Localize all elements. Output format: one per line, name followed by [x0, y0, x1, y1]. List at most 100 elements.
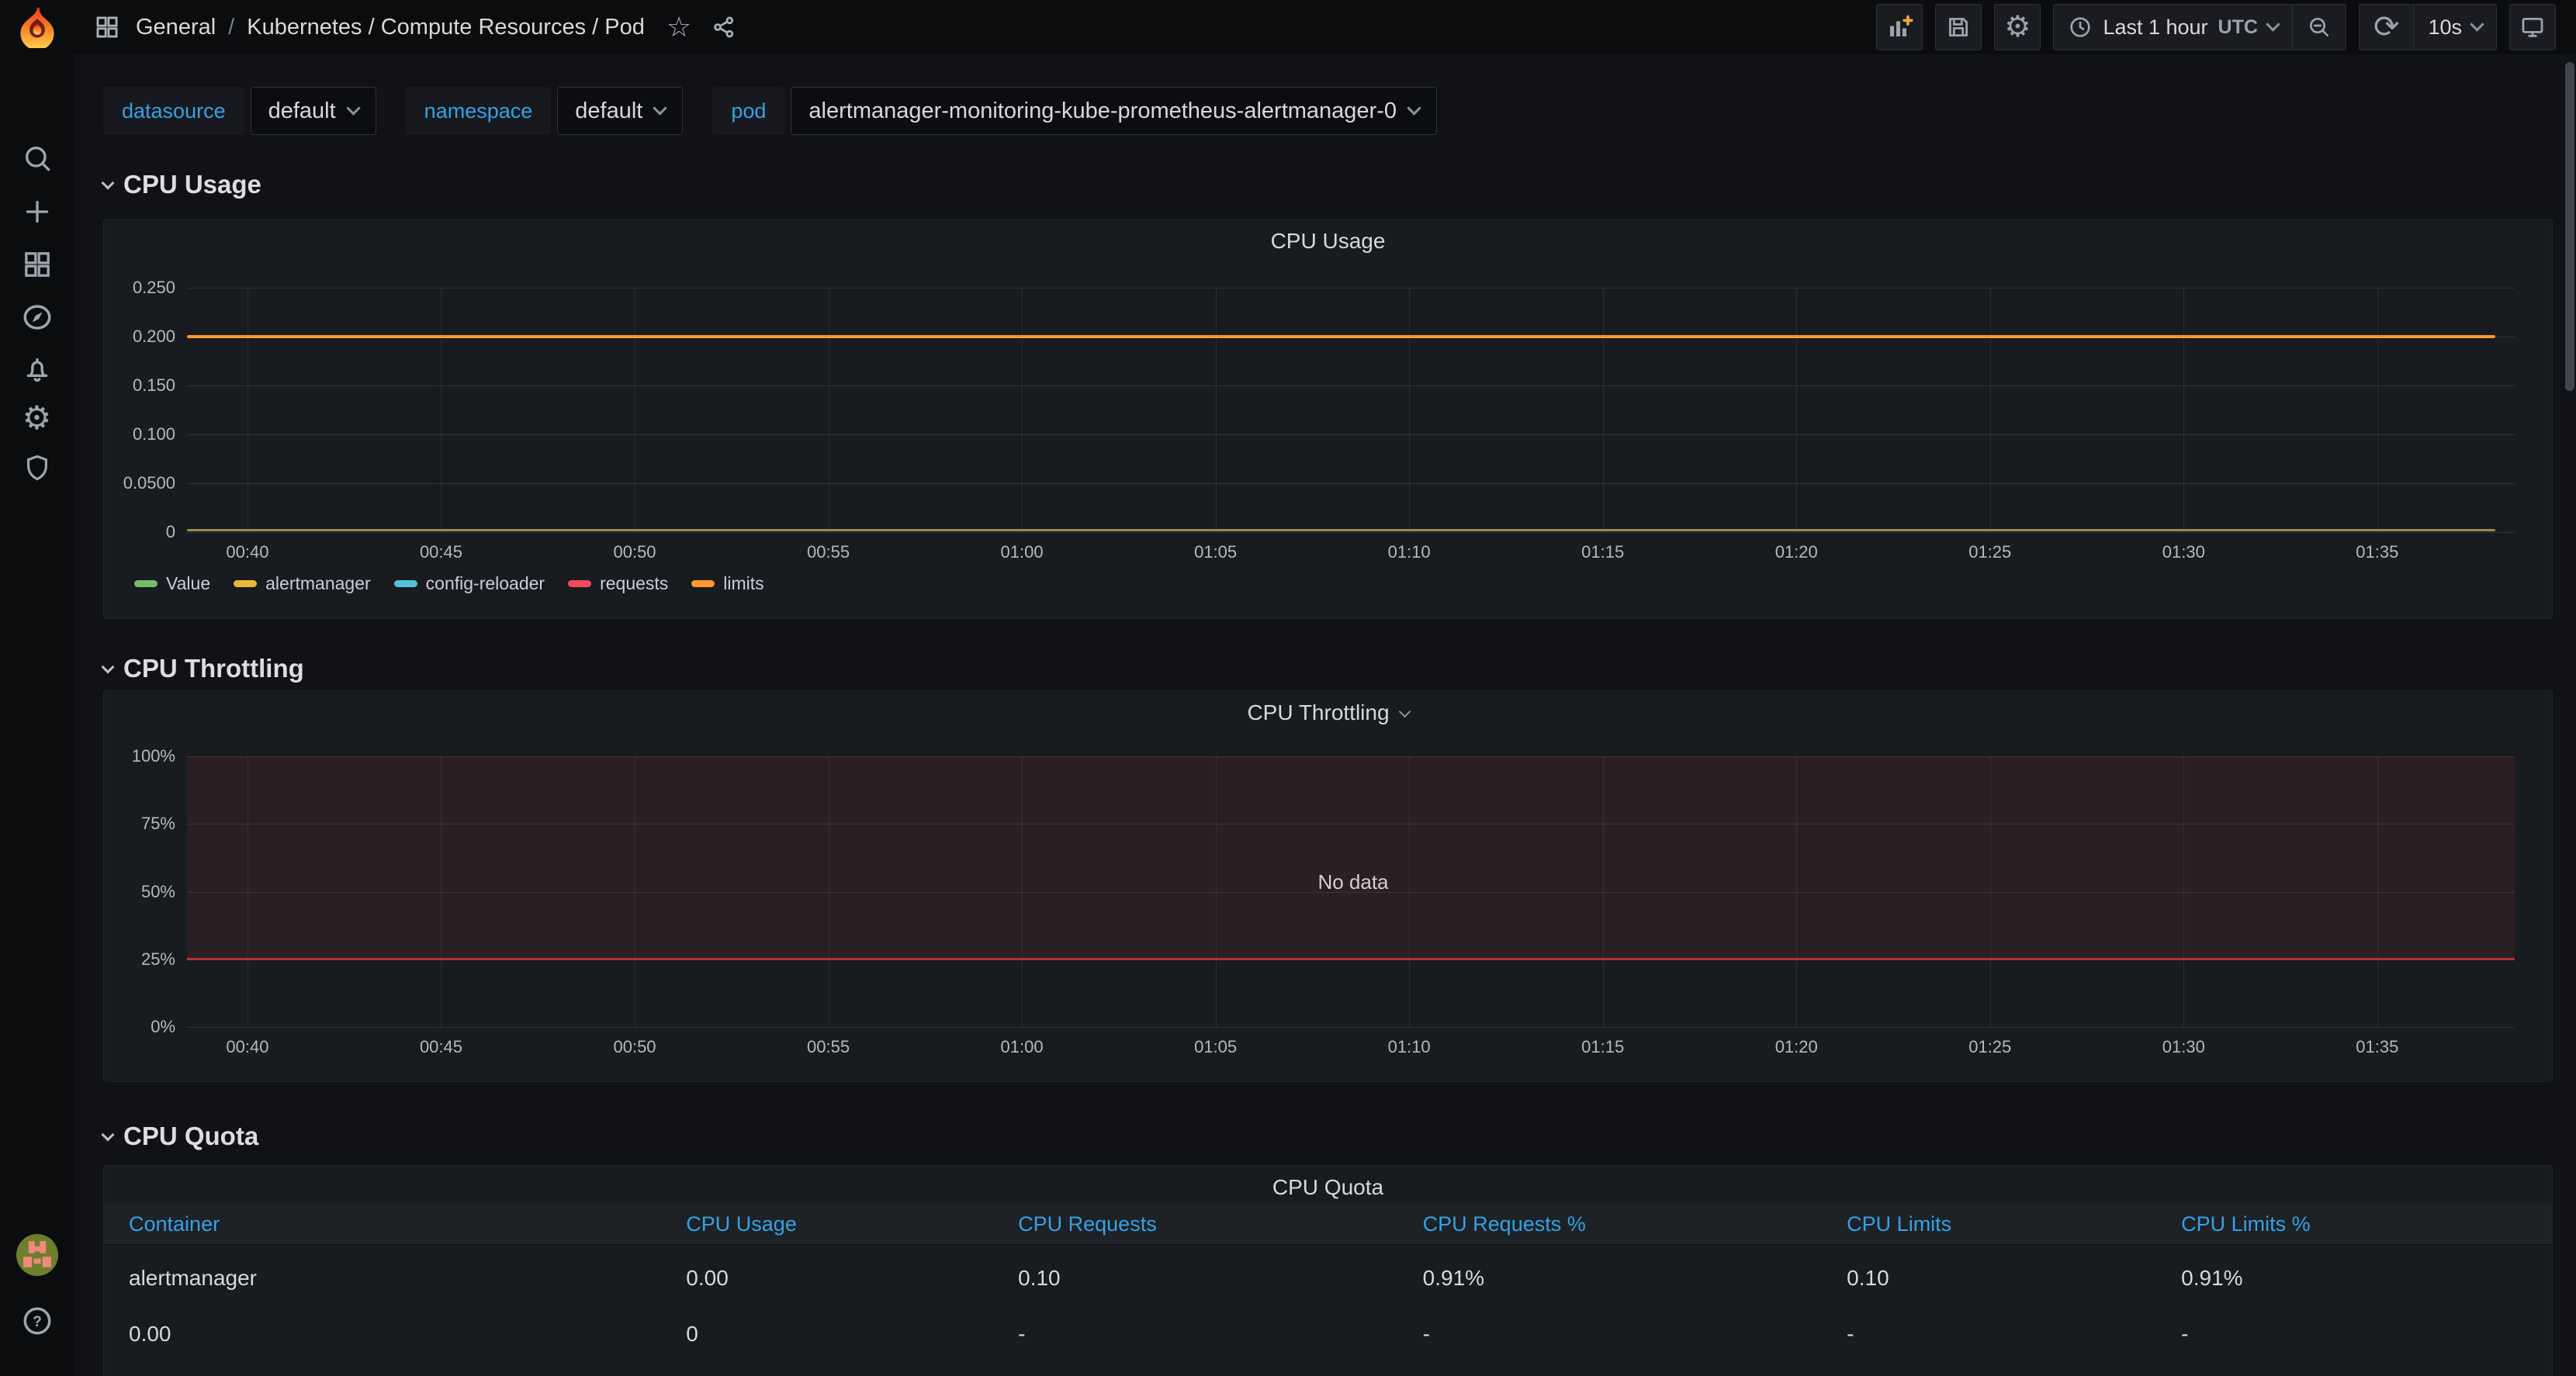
refresh-icon[interactable]: ⟳ [2360, 5, 2414, 50]
panel-title-cpu-usage[interactable]: CPU Usage [104, 229, 2552, 254]
quota-table-body: alertmanager 0.00 0.10 0.91% 0.10 0.91% 0.00 0 -… [104, 1250, 2552, 1362]
x-axis-tick-label: 01:05 [1194, 1037, 1238, 1056]
dashboards-grid-icon[interactable] [0, 242, 74, 287]
row-toggle-cpu-throttling[interactable]: CPU Throttling [101, 653, 2553, 684]
grid-line-y [187, 532, 2515, 533]
quota-column-header[interactable]: CPU Requests [1018, 1212, 1423, 1236]
dashboard-toolbar: ⚙ Last 1 hour UTC ⟳ 10s [1876, 4, 2556, 50]
variable-value: default [268, 98, 336, 123]
table-row: 0.00 0 - - - - [104, 1306, 2552, 1362]
variable-select-pod[interactable]: alertmanager-monitoring-kube-prometheus-… [791, 87, 1437, 135]
panel-title-cpu-throttling[interactable]: CPU Throttling [104, 700, 2552, 725]
user-avatar[interactable] [0, 1233, 74, 1277]
search-icon[interactable] [0, 136, 74, 181]
x-axis-tick-label: 00:40 [226, 1037, 269, 1056]
legend-swatch [393, 580, 417, 587]
refresh-interval-label: 10s [2428, 15, 2462, 39]
svg-text:?: ? [33, 1314, 42, 1330]
y-axis-tick-label: 0.100 [132, 424, 175, 444]
cpu-usage-plot-area[interactable]: 0 0.0500 0.100 0.150 0.200 0.250 00:40 00:45 00:… [123, 278, 2519, 562]
x-axis-tick-label: 01:00 [1000, 542, 1044, 562]
dashboard-title[interactable]: Kubernetes / Compute Resources / Pod [247, 15, 645, 40]
x-axis-tick-label: 01:05 [1194, 542, 1238, 562]
row-title: CPU Usage [123, 170, 261, 199]
x-axis-tick-label: 01:15 [1581, 542, 1625, 562]
grid-line-x [1796, 288, 1798, 532]
share-icon[interactable] [712, 15, 736, 40]
variable-select-datasource[interactable]: default [250, 87, 376, 135]
configuration-gear-icon[interactable]: ⚙ [0, 396, 74, 441]
x-axis-tick-label: 01:20 [1774, 1037, 1818, 1056]
tv-cycle-icon[interactable] [2509, 4, 2556, 50]
grid-line-y [187, 385, 2515, 386]
x-axis-tick-label: 01:20 [1774, 542, 1818, 562]
chevron-down-icon [2266, 17, 2280, 32]
x-axis-tick-label: 00:45 [419, 542, 462, 562]
time-range-picker[interactable]: Last 1 hour UTC [2054, 5, 2291, 50]
quota-column-header[interactable]: Container [129, 1212, 686, 1236]
legend-swatch [234, 580, 258, 587]
grid-line-y [187, 434, 2515, 435]
add-panel-icon[interactable] [1876, 4, 1923, 50]
legend-item-limits[interactable]: limits [691, 573, 764, 594]
legend-label: Value [166, 573, 211, 593]
page-scrollbar-thumb[interactable] [2565, 62, 2574, 391]
legend-item-Value[interactable]: Value [134, 573, 210, 594]
legend-swatch [568, 580, 592, 587]
x-axis-tick-label: 01:25 [1968, 1037, 2012, 1056]
series-line-limits [187, 335, 2495, 338]
quota-column-header[interactable]: CPU Limits [1847, 1212, 2181, 1236]
grid-line-x [1022, 288, 1023, 532]
chevron-down-icon [101, 1128, 115, 1142]
variable-namespace: namespace default [405, 87, 684, 135]
star-icon[interactable]: ☆ [667, 13, 691, 41]
zoom-out-icon[interactable] [2291, 5, 2346, 50]
quota-column-header[interactable]: CPU Requests % [1423, 1212, 1847, 1236]
breadcrumb-separator: / [228, 14, 235, 40]
x-axis-tick-label: 00:45 [419, 1037, 462, 1056]
breadcrumb-folder[interactable]: General [136, 15, 216, 40]
quota-column-header[interactable]: CPU Limits % [2181, 1212, 2528, 1236]
table-cell: 0 [686, 1322, 698, 1346]
row-toggle-cpu-quota[interactable]: CPU Quota [101, 1121, 2553, 1152]
quota-column-header[interactable]: CPU Usage [686, 1212, 1018, 1236]
legend-item-alertmanager[interactable]: alertmanager [234, 573, 371, 594]
legend-item-requests[interactable]: requests [568, 573, 668, 594]
grafana-logo[interactable] [0, 0, 74, 54]
server-admin-shield-icon[interactable] [0, 445, 74, 490]
x-axis-tick-label: 01:35 [2356, 542, 2399, 562]
chevron-down-icon [1398, 705, 1411, 717]
y-axis-tick-label: 0.150 [132, 375, 175, 395]
refresh-interval-picker[interactable]: 10s [2413, 5, 2496, 50]
x-axis-tick-label: 01:30 [2162, 542, 2205, 562]
chevron-down-icon [1407, 101, 1421, 116]
panel-title-cpu-quota[interactable]: CPU Quota [104, 1175, 2552, 1200]
table-row: alertmanager 0.00 0.10 0.91% 0.10 0.91% [104, 1250, 2552, 1306]
x-axis-tick-label: 00:55 [807, 542, 850, 562]
threshold-region [187, 756, 2515, 959]
grid-line-y [187, 288, 2515, 289]
panel-cpu-quota: CPU Quota Container CPU Usage CPU Requests… [103, 1165, 2553, 1376]
help-question-icon[interactable]: ? [0, 1298, 74, 1343]
alerting-bell-icon[interactable] [0, 347, 74, 392]
legend-label: config-reloader [425, 573, 545, 593]
panel-cpu-throttling: CPU Throttling No data 0% 25% 50% 75% 100% 00… [103, 690, 2553, 1082]
grid-line-x [1602, 288, 1604, 532]
row-title: CPU Quota [123, 1122, 259, 1150]
save-dashboard-icon[interactable] [1935, 4, 1982, 50]
variable-datasource: datasource default [103, 87, 376, 135]
cpu-throttling-plot-area[interactable]: No data 0% 25% 50% 75% 100% 00:40 00:45 00:50 00… [132, 746, 2519, 1056]
row-toggle-cpu-usage[interactable]: CPU Usage [101, 169, 2553, 200]
x-axis-tick-label: 00:55 [807, 1037, 850, 1056]
y-axis-tick-label: 75% [140, 814, 175, 834]
variable-select-namespace[interactable]: default [557, 87, 684, 135]
row-title: CPU Throttling [123, 654, 304, 683]
dashboard-settings-icon[interactable]: ⚙ [1994, 4, 2041, 50]
grid-line-x [1409, 288, 1411, 532]
cpu-usage-legend: Value alertmanager config-reloader requests… [134, 573, 764, 594]
x-axis-tick-label: 01:10 [1387, 1037, 1431, 1056]
explore-compass-icon[interactable] [0, 295, 74, 340]
chevron-down-icon [653, 101, 668, 116]
legend-item-config-reloader[interactable]: config-reloader [393, 573, 545, 594]
plus-icon[interactable] [0, 189, 74, 234]
